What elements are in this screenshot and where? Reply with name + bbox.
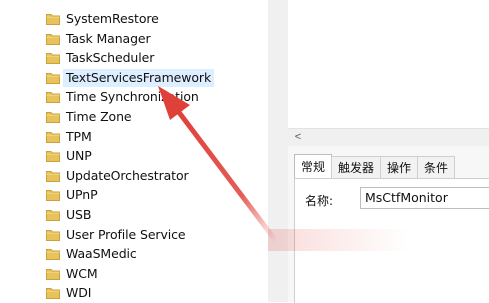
tree-item[interactable]: WDI [0, 284, 268, 302]
folder-icon [46, 169, 60, 182]
task-folder-tree: SystemRestore Task Manager TaskScheduler Te… [0, 0, 268, 302]
tree-item[interactable]: UpdateOrchestrator [0, 167, 268, 185]
tab-actions[interactable]: 操作 [380, 156, 419, 179]
tree-item-label: WaaSMedic [66, 246, 137, 262]
tree-item-label: UpdateOrchestrator [66, 167, 189, 183]
tree-item[interactable]: WaaSMedic [0, 245, 268, 263]
tree-item[interactable]: TPM [0, 128, 268, 146]
tree-item[interactable]: USB [0, 206, 268, 224]
task-list-area [288, 0, 489, 128]
tree-item[interactable]: Time Synchronization [0, 88, 268, 106]
tree-item-label: WDI [66, 285, 92, 301]
general-tab-panel: 名称: MsCtfMonitor [294, 178, 489, 303]
tree-item-label: UNP [66, 148, 92, 164]
scroll-left-icon[interactable]: < [292, 130, 304, 144]
tree-item-label: User Profile Service [66, 226, 186, 242]
tree-item-label: TaskScheduler [66, 50, 155, 66]
tab-triggers[interactable]: 触发器 [331, 156, 382, 179]
tree-item[interactable]: UNP [0, 147, 268, 165]
tree-item-label: TPM [66, 128, 92, 144]
name-label: 名称: [305, 194, 334, 208]
folder-icon [46, 188, 60, 202]
tree-item-label: WCM [66, 265, 98, 281]
properties-tabs: 常规 触发器 操作 条件 [294, 154, 456, 179]
folder-icon [46, 90, 60, 104]
folder-icon [46, 32, 60, 45]
tree-item[interactable]: Task Manager [0, 30, 268, 48]
folder-icon [46, 228, 60, 241]
pane-splitter[interactable] [268, 0, 288, 302]
folder-icon [46, 247, 60, 261]
tab-general[interactable]: 常规 [294, 154, 333, 179]
folder-icon [46, 130, 60, 143]
tab-conditions[interactable]: 条件 [417, 156, 456, 179]
folder-icon [46, 267, 60, 280]
tree-item[interactable]: SystemRestore [0, 10, 268, 28]
tree-item-label: UPnP [66, 187, 98, 203]
tree-item-label: USB [66, 207, 92, 222]
tree-item[interactable]: TextServicesFramework [0, 68, 268, 87]
folder-icon [46, 51, 60, 65]
folder-icon [46, 149, 60, 163]
folder-icon [46, 208, 60, 221]
tree-item[interactable]: WCM [0, 265, 268, 283]
tree-item-label: Time Synchronization [66, 89, 199, 105]
folder-icon [46, 286, 60, 300]
name-field[interactable]: MsCtfMonitor [360, 187, 489, 209]
tree-item-label: TextServicesFramework [63, 68, 215, 87]
tree-item-label: SystemRestore [66, 11, 159, 26]
horizontal-scrollbar[interactable]: < [288, 128, 489, 147]
task-properties-pane: 常规 触发器 操作 条件 名称: MsCtfMonitor [288, 146, 489, 303]
tree-item[interactable]: User Profile Service [0, 226, 268, 244]
tree-item[interactable]: UPnP [0, 186, 268, 204]
tree-item[interactable]: TaskScheduler [0, 49, 268, 67]
folder-icon [46, 71, 60, 84]
folder-icon [46, 12, 60, 25]
tree-item[interactable]: Time Zone [0, 108, 268, 126]
tree-item-label: Task Manager [66, 30, 151, 46]
tree-item-label: Time Zone [66, 109, 132, 124]
folder-icon [46, 110, 60, 123]
